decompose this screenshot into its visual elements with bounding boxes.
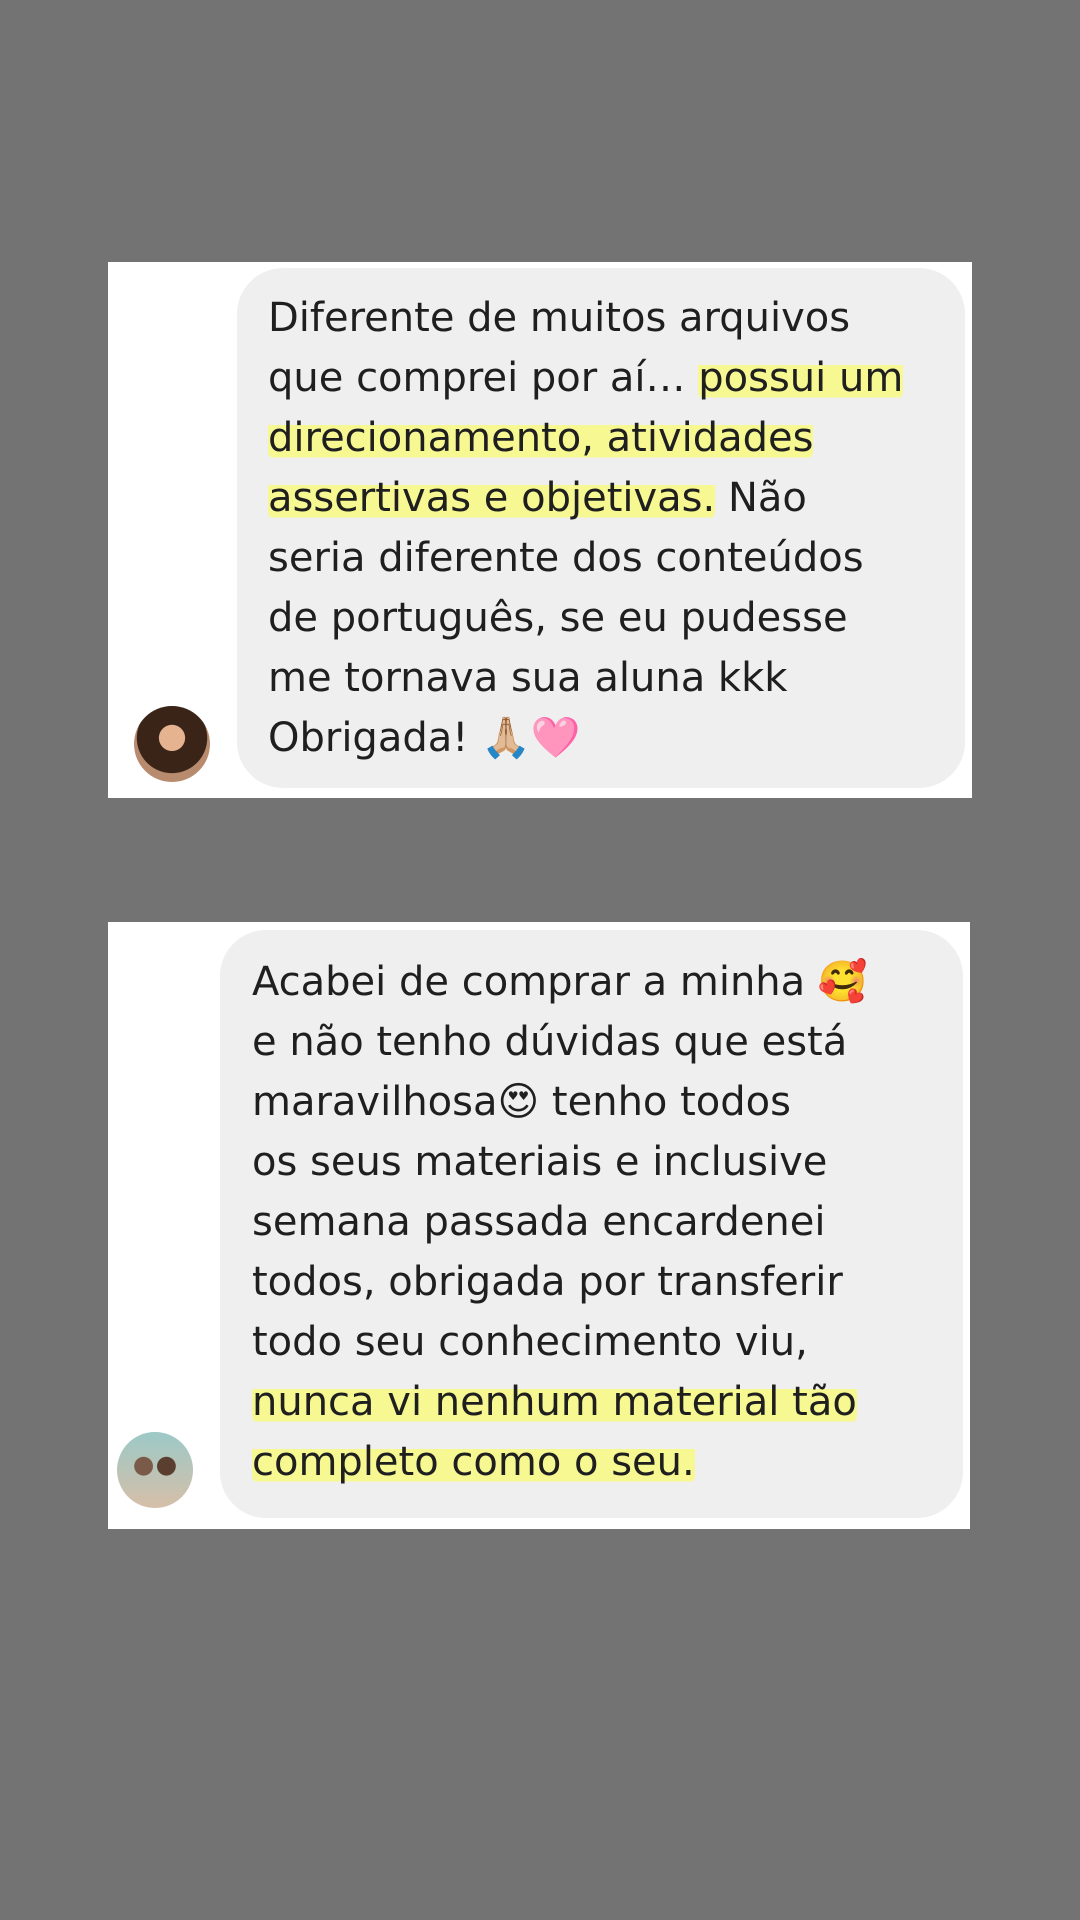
- message-line: maravilhosa😍 tenho todos: [252, 1072, 868, 1132]
- message-text: Diferente de muitos arquivos que comprei …: [268, 288, 904, 768]
- message-line: Diferente de muitos arquivos: [268, 288, 903, 348]
- message-text-segment: todo seu conhecimento viu,: [252, 1319, 808, 1365]
- message-text-segment: Acabei de comprar a minha 🥰: [252, 959, 868, 1005]
- message-line: seria diferente dos conteúdos: [268, 528, 903, 588]
- message-text-segment: me tornava sua aluna kkk: [268, 655, 788, 701]
- highlighted-text: nunca vi nenhum material tão: [252, 1379, 857, 1425]
- message-line: Acabei de comprar a minha 🥰: [252, 952, 868, 1012]
- message-text-segment: que comprei por aí…: [268, 355, 699, 401]
- message-line: Obrigada! 🙏🏼🩷: [268, 708, 903, 768]
- message-line: assertivas e objetivas. Não: [268, 468, 903, 528]
- message-line: que comprei por aí… possui um: [268, 348, 904, 408]
- message-text: Acabei de comprar a minha 🥰 e não tenho d…: [252, 952, 868, 1492]
- message-line: completo como o seu.: [252, 1432, 868, 1492]
- message-line: me tornava sua aluna kkk: [268, 648, 903, 708]
- message-line: direcionamento, atividades: [268, 408, 903, 468]
- message-text-segment: e não tenho dúvidas que está: [252, 1019, 848, 1065]
- message-line: nunca vi nenhum material tão: [252, 1372, 868, 1432]
- avatar[interactable]: [134, 706, 210, 782]
- message-card-1: Diferente de muitos arquivos que comprei …: [108, 262, 972, 798]
- message-line: semana passada encardenei: [252, 1192, 868, 1252]
- message-line: os seus materiais e inclusive: [252, 1132, 868, 1192]
- message-text-segment: seria diferente dos conteúdos: [268, 535, 864, 581]
- message-line: e não tenho dúvidas que está: [252, 1012, 868, 1072]
- message-text-segment: maravilhosa😍 tenho todos: [252, 1079, 791, 1125]
- message-text-segment: todos, obrigada por transferir: [252, 1259, 843, 1305]
- message-card-2: Acabei de comprar a minha 🥰 e não tenho d…: [108, 922, 970, 1529]
- message-text-segment: semana passada encardenei: [252, 1199, 826, 1245]
- highlighted-text: completo como o seu.: [252, 1439, 695, 1485]
- avatar[interactable]: [117, 1432, 193, 1508]
- message-text-segment: de português, se eu pudesse: [268, 595, 848, 641]
- message-text-segment: Não: [715, 475, 807, 521]
- highlighted-text: assertivas e objetivas.: [268, 475, 716, 521]
- message-text-segment: Obrigada! 🙏🏼🩷: [268, 715, 581, 761]
- message-line: de português, se eu pudesse: [268, 588, 903, 648]
- message-line: todos, obrigada por transferir: [252, 1252, 868, 1312]
- message-line: todo seu conhecimento viu,: [252, 1312, 868, 1372]
- message-text-segment: os seus materiais e inclusive: [252, 1139, 828, 1185]
- highlighted-text: possui um: [698, 355, 904, 401]
- highlighted-text: direcionamento, atividades: [268, 415, 814, 461]
- message-text-segment: Diferente de muitos arquivos: [268, 295, 851, 341]
